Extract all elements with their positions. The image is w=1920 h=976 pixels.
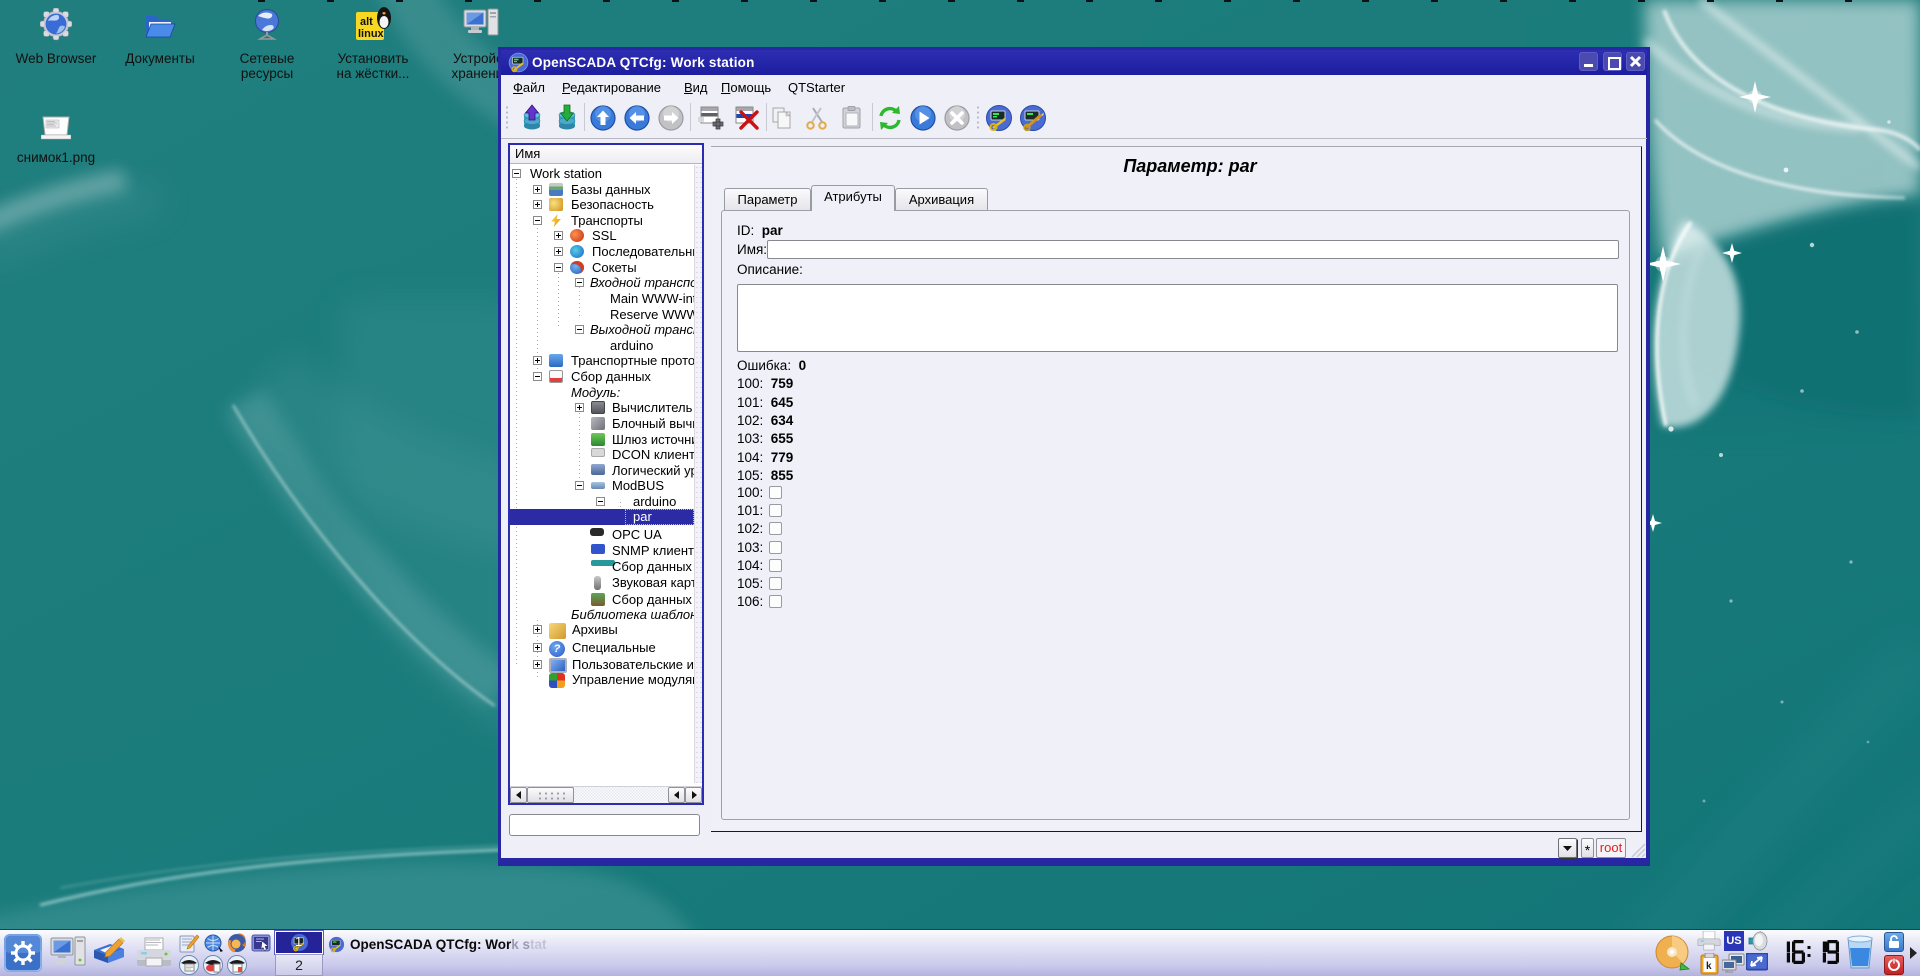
svg-text:alt: alt [360,16,373,28]
svg-text:k: k [1706,961,1712,972]
svg-text:linux: linux [358,28,385,40]
